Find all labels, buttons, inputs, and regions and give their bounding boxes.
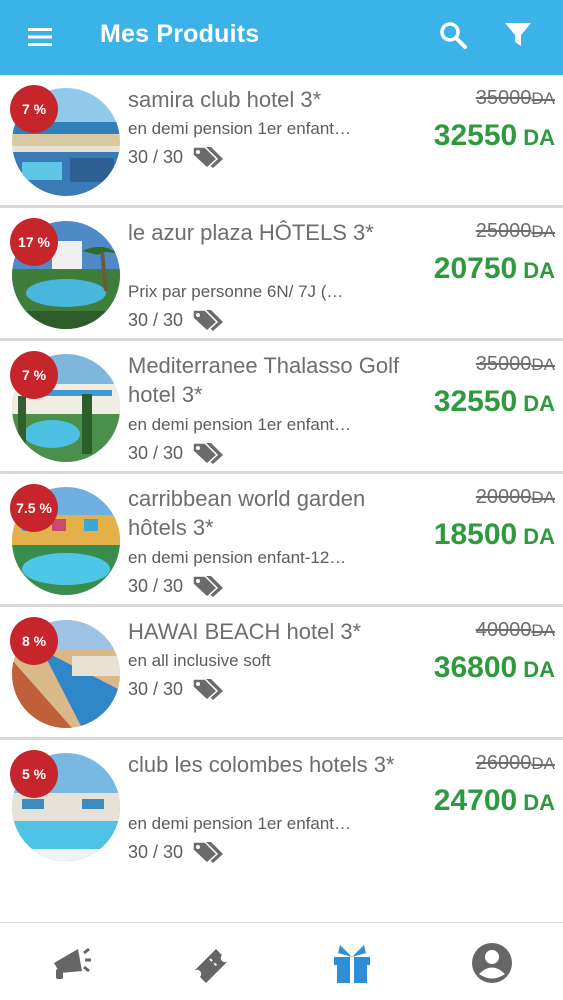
menu-icon[interactable] — [26, 23, 54, 51]
tags-icon — [192, 678, 224, 701]
stock-text: 30 / 30 — [128, 678, 184, 699]
product-description: Prix par personne 6N/ 7J (… — [128, 282, 344, 301]
stock-count: 30 / 30 — [128, 574, 225, 598]
old-price: 20000DA — [475, 486, 555, 508]
old-price: 35000DA — [475, 353, 555, 375]
filter-icon[interactable] — [503, 20, 533, 50]
product-item[interactable]: 7 % Mediterranee Thalasso Golf hotel 3* … — [0, 341, 563, 474]
product-description: en demi pension 1er enfant… — [128, 119, 352, 138]
stock-count: 30 / 30 — [128, 677, 225, 701]
tags-icon — [192, 575, 224, 598]
ticket-icon[interactable] — [190, 941, 234, 985]
old-price: 25000DA — [475, 220, 555, 242]
new-price: 36800 DA — [433, 651, 555, 684]
product-name: HAWAI BEACH hotel 3* — [128, 619, 362, 644]
app-bar: Mes Produits — [0, 0, 563, 75]
product-name: samira club hotel 3* — [128, 87, 322, 112]
product-name: carribbean world garden hôtels 3* — [128, 486, 366, 540]
discount-badge: 17 % — [10, 218, 58, 266]
stock-text: 30 / 30 — [128, 575, 184, 596]
discount-badge: 7 % — [10, 351, 58, 399]
tags-icon — [192, 442, 224, 465]
tags-icon — [192, 841, 224, 864]
product-name: club les colombes hotels 3* — [128, 752, 395, 777]
gift-icon[interactable] — [330, 941, 374, 985]
megaphone-icon[interactable] — [48, 941, 92, 985]
new-price: 24700 DA — [433, 784, 555, 817]
old-price: 26000DA — [475, 752, 555, 774]
account-icon[interactable] — [470, 941, 514, 985]
old-price: 35000DA — [475, 87, 555, 109]
product-description: en demi pension 1er enfant… — [128, 814, 352, 833]
product-name: le azur plaza HÔTELS 3* — [128, 220, 374, 245]
product-list: 7 % samira club hotel 3* en demi pension… — [0, 75, 563, 873]
search-icon[interactable] — [438, 20, 468, 50]
product-item[interactable]: 5 % club les colombes hotels 3* en demi … — [0, 740, 563, 873]
stock-text: 30 / 30 — [128, 146, 184, 167]
discount-badge: 7.5 % — [10, 484, 58, 532]
product-item[interactable]: 7 % samira club hotel 3* en demi pension… — [0, 75, 563, 208]
product-item[interactable]: 8 % HAWAI BEACH hotel 3* en all inclusiv… — [0, 607, 563, 740]
product-description: en demi pension enfant-12… — [128, 548, 347, 567]
tags-icon — [192, 309, 224, 332]
product-description: en demi pension 1er enfant… — [128, 415, 352, 434]
discount-badge: 5 % — [10, 750, 58, 798]
tags-icon — [192, 146, 224, 169]
new-price: 18500 DA — [433, 518, 555, 551]
discount-badge: 8 % — [10, 617, 58, 665]
stock-count: 30 / 30 — [128, 441, 225, 465]
stock-text: 30 / 30 — [128, 841, 184, 862]
product-item[interactable]: 17 % le azur plaza HÔTELS 3* Prix par pe… — [0, 208, 563, 341]
stock-count: 30 / 30 — [128, 840, 225, 864]
new-price: 32550 DA — [433, 385, 555, 418]
stock-text: 30 / 30 — [128, 442, 184, 463]
new-price: 32550 DA — [433, 119, 555, 152]
stock-count: 30 / 30 — [128, 145, 225, 169]
bottom-navigation — [0, 922, 563, 1000]
product-name: Mediterranee Thalasso Golf hotel 3* — [128, 353, 400, 407]
product-description: en all inclusive soft — [128, 651, 271, 670]
discount-badge: 7 % — [10, 85, 58, 133]
product-item[interactable]: 7.5 % carribbean world garden hôtels 3* … — [0, 474, 563, 607]
stock-count: 30 / 30 — [128, 308, 225, 332]
stock-text: 30 / 30 — [128, 309, 184, 330]
new-price: 20750 DA — [433, 252, 555, 285]
page-title: Mes Produits — [100, 20, 260, 48]
old-price: 40000DA — [475, 619, 555, 641]
